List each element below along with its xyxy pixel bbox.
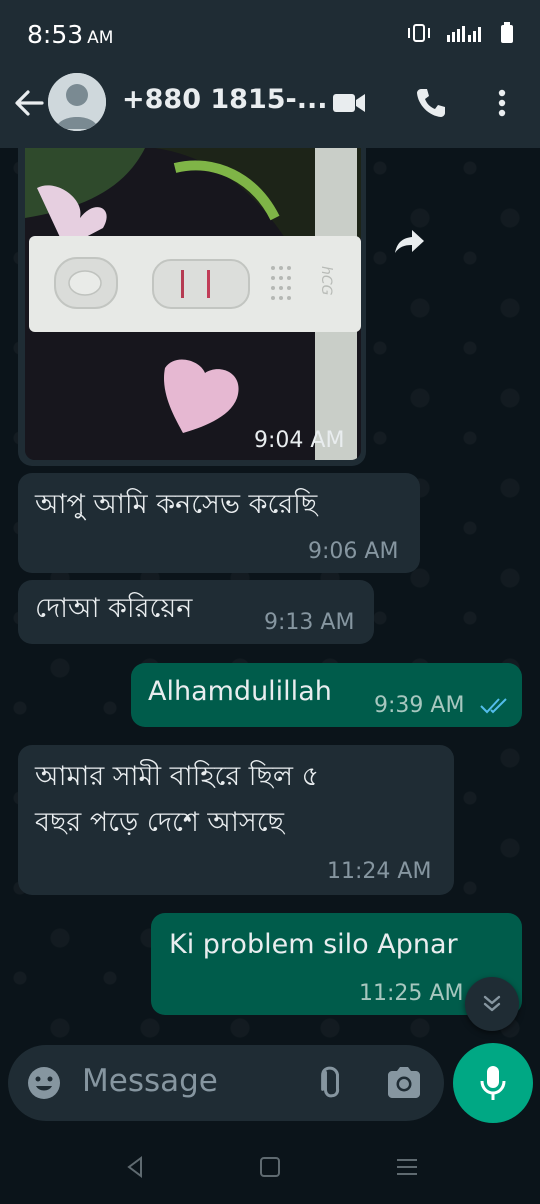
scroll-to-bottom-button[interactable]	[465, 977, 519, 1031]
chat-area[interactable]: hCG 9:04 AM আপু আমি কনসেভ করেছি 9:06 AM …	[0, 148, 540, 1040]
status-time-ampm: AM	[87, 28, 114, 48]
camera-icon[interactable]	[384, 1063, 424, 1101]
microphone-icon	[480, 1066, 506, 1100]
video-call-icon[interactable]	[330, 84, 368, 122]
message-time: 9:04 AM	[254, 428, 345, 453]
forward-icon[interactable]	[390, 220, 432, 262]
message-text-line: আমার সামী বাহিরে ছিল ৫	[35, 761, 320, 792]
status-icons	[406, 22, 514, 44]
nav-back-icon[interactable]	[120, 1152, 150, 1182]
read-receipt-icon	[480, 698, 507, 714]
double-chevron-down-icon	[483, 995, 501, 1012]
signal-icon	[447, 26, 481, 42]
contact-name[interactable]: +880 1815-...	[122, 84, 328, 115]
test-label-text: hCG	[318, 266, 334, 296]
back-arrow-icon[interactable]	[10, 84, 48, 122]
message-time: 9:06 AM	[308, 539, 399, 564]
message-bubble-outgoing[interactable]: Alhamdulillah 9:39 AM	[131, 663, 522, 727]
message-text: দোআ করিয়েন	[35, 593, 193, 624]
status-time: 8:53 AM	[27, 20, 113, 49]
message-input[interactable]: Message	[82, 1063, 218, 1099]
chat-header: +880 1815-...	[0, 70, 540, 148]
attach-icon[interactable]	[310, 1064, 348, 1102]
status-time-value: 8:53	[27, 20, 84, 49]
message-text: Ki problem silo Apnar	[169, 929, 458, 960]
more-options-icon[interactable]	[483, 84, 521, 122]
photo-illustration: hCG	[25, 148, 361, 460]
message-text-line: বছর পড়ে দেশে আসছে	[35, 807, 284, 838]
avatar[interactable]	[48, 73, 106, 131]
voice-message-button[interactable]	[453, 1043, 533, 1123]
default-avatar-icon	[48, 73, 106, 131]
message-time: 11:24 AM	[327, 859, 432, 884]
emoji-icon[interactable]	[26, 1065, 62, 1101]
message-bubble-incoming[interactable]: আমার সামী বাহিরে ছিল ৫ বছর পড়ে দেশে আসছ…	[18, 745, 454, 895]
message-input-bar[interactable]: Message	[8, 1045, 444, 1121]
message-bubble-incoming[interactable]: আপু আমি কনসেভ করেছি 9:06 AM	[18, 473, 420, 573]
message-time: 11:25 AM	[359, 981, 464, 1006]
message-bubble-incoming[interactable]: দোআ করিয়েন 9:13 AM	[18, 580, 374, 644]
system-nav-bar	[0, 1130, 540, 1204]
message-text: Alhamdulillah	[148, 676, 332, 707]
image-message[interactable]: hCG 9:04 AM	[18, 148, 366, 466]
message-time: 9:39 AM	[374, 693, 465, 718]
voice-call-icon[interactable]	[412, 84, 450, 122]
status-bar: 8:53 AM	[0, 0, 540, 70]
message-time: 9:13 AM	[264, 610, 355, 635]
nav-home-icon[interactable]	[255, 1152, 285, 1182]
nav-recents-icon[interactable]	[392, 1152, 422, 1182]
battery-icon	[501, 22, 513, 43]
pregnancy-test-photo[interactable]: hCG	[25, 148, 361, 460]
vibrate-icon	[408, 24, 430, 42]
message-text: আপু আমি কনসেভ করেছি	[35, 489, 318, 520]
